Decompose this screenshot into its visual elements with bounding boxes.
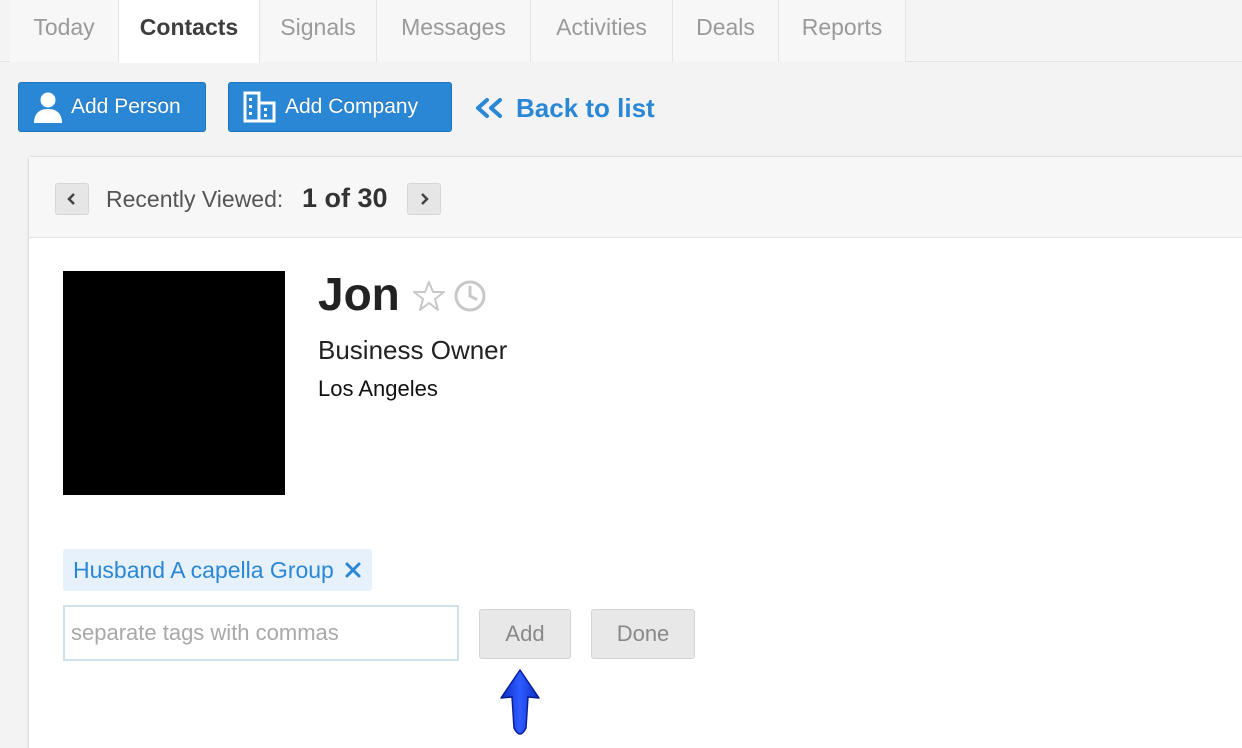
star-icon[interactable] bbox=[413, 280, 445, 312]
done-button[interactable]: Done bbox=[591, 609, 695, 659]
add-person-button[interactable]: Add Person bbox=[18, 82, 206, 132]
tab-reports[interactable]: Reports bbox=[779, 0, 906, 62]
building-icon bbox=[243, 91, 276, 123]
tab-label: Today bbox=[33, 14, 95, 40]
recently-viewed-count: 1 of 30 bbox=[302, 183, 388, 213]
recently-viewed-bar: Recently Viewed: 1 of 30 bbox=[29, 157, 1242, 238]
contact-name: Jon bbox=[318, 268, 400, 320]
tab-label: Activities bbox=[556, 14, 647, 40]
contact-actions bbox=[413, 279, 487, 313]
clock-icon[interactable] bbox=[453, 279, 487, 313]
back-to-list-label: Back to list bbox=[516, 92, 655, 123]
tab-label: Deals bbox=[696, 14, 755, 40]
prev-contact-button[interactable] bbox=[55, 183, 89, 215]
double-chevron-left-icon bbox=[476, 98, 502, 118]
tab-activities[interactable]: Activities bbox=[531, 0, 673, 62]
tab-label: Messages bbox=[401, 14, 506, 40]
contact-location: Los Angeles bbox=[318, 376, 438, 401]
tab-signals[interactable]: Signals bbox=[260, 0, 377, 62]
chevron-left-icon bbox=[67, 193, 75, 205]
add-tag-label: Add bbox=[505, 621, 545, 646]
tab-label: Reports bbox=[801, 14, 883, 40]
done-label: Done bbox=[616, 621, 670, 646]
add-person-label: Add Person bbox=[71, 95, 181, 118]
person-icon bbox=[34, 92, 62, 123]
tab-contacts[interactable]: Contacts bbox=[119, 0, 260, 63]
add-company-label: Add Company bbox=[285, 95, 419, 118]
main-nav-tabs: Today Contacts Signals Messages Activiti… bbox=[0, 0, 1242, 63]
close-icon[interactable] bbox=[344, 561, 362, 579]
tag-input[interactable] bbox=[63, 605, 459, 661]
next-contact-button[interactable] bbox=[407, 183, 441, 215]
tag-chip: Husband A capella Group bbox=[63, 549, 372, 591]
contact-job-title: Business Owner bbox=[318, 335, 508, 365]
contact-photo bbox=[63, 271, 285, 495]
recently-viewed-label: Recently Viewed: bbox=[106, 186, 284, 212]
back-to-list-link[interactable]: Back to list bbox=[474, 88, 655, 128]
add-company-button[interactable]: Add Company bbox=[228, 82, 452, 132]
add-tag-button[interactable]: Add bbox=[479, 609, 571, 659]
contact-card: Recently Viewed: 1 of 30 Jon Business Ow… bbox=[28, 156, 1242, 748]
tab-messages[interactable]: Messages bbox=[377, 0, 531, 62]
tab-today[interactable]: Today bbox=[10, 0, 119, 62]
tab-label: Contacts bbox=[139, 14, 239, 40]
arrow-up-icon bbox=[500, 669, 540, 735]
chevron-right-icon bbox=[421, 193, 429, 205]
tag-label: Husband A capella Group bbox=[73, 556, 334, 583]
tab-deals[interactable]: Deals bbox=[673, 0, 779, 62]
tab-label: Signals bbox=[280, 14, 356, 40]
